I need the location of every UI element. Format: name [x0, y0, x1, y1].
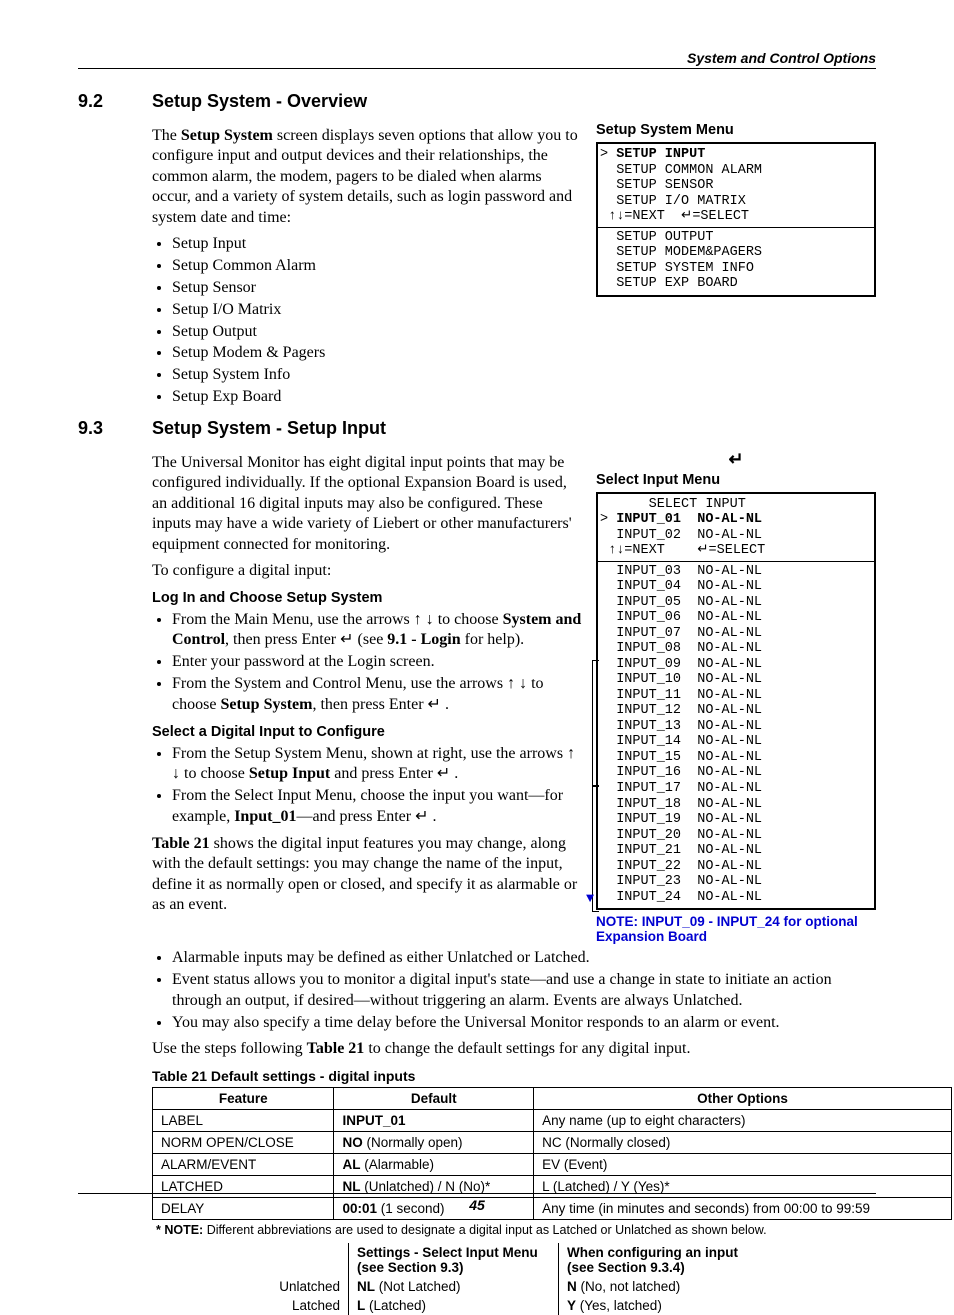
s93-p1: The Universal Monitor has eight digital … — [152, 453, 582, 555]
s93-p2: To configure a digital input: — [152, 561, 582, 581]
text-bold: Setup System — [220, 696, 312, 713]
select-input-menu-title: Select Input Menu — [596, 472, 876, 488]
abbr-table: Settings - Select Input Menu(see Section… — [258, 1243, 876, 1315]
list-item: Setup Exp Board — [172, 387, 582, 408]
s93-h2: Select a Digital Input to Configure — [152, 724, 582, 740]
list-item: Event status allows you to monitor a dig… — [172, 970, 876, 1012]
text-bold: Input_01 — [234, 808, 296, 825]
list-item: Setup System Info — [172, 365, 582, 386]
text-bold: Setup Input — [249, 765, 330, 782]
text: to change the default settings for any d… — [364, 1040, 690, 1057]
text: , then press Enter ↵ . — [312, 696, 448, 713]
setup-menu-title: Setup System Menu — [596, 122, 876, 138]
text: and press Enter ↵ . — [330, 765, 458, 782]
table21-caption: Table 21 Default settings - digital inpu… — [152, 1068, 876, 1084]
list-item: Setup Output — [172, 322, 582, 343]
text: , then press Enter ↵ (see — [225, 631, 387, 648]
text-bold: Table 21 — [307, 1040, 365, 1057]
s92-list: Setup InputSetup Common AlarmSetup Senso… — [172, 234, 582, 407]
list-item: Setup Common Alarm — [172, 256, 582, 277]
text: Use the steps following — [152, 1040, 307, 1057]
list-item: From the Main Menu, use the arrows ↑ ↓ t… — [172, 610, 582, 652]
section-9-3-heading: 9.3 Setup System - Setup Input — [78, 418, 876, 439]
s93-notes: Alarmable inputs may be defined as eithe… — [172, 948, 876, 1033]
page-number: 45 — [78, 1193, 876, 1213]
text: shows the digital input features you may… — [152, 835, 577, 913]
list-item: From the Setup System Menu, shown at rig… — [172, 744, 582, 786]
section-9-2-heading: 9.2 Setup System - Overview — [78, 91, 876, 112]
section-number: 9.2 — [78, 91, 152, 112]
list-item: Setup I/O Matrix — [172, 300, 582, 321]
list-item: Alarmable inputs may be defined as eithe… — [172, 948, 876, 969]
s93-p3: Table 21 shows the digital input feature… — [152, 834, 582, 916]
enter-arrow-icon: ↵ — [596, 449, 876, 470]
page-header: System and Control Options — [78, 50, 876, 69]
expansion-note: NOTE: INPUT_09 - INPUT_24 for optional E… — [596, 914, 876, 944]
s93-p4: Use the steps following Table 21 to chan… — [152, 1039, 876, 1059]
text-bold: 9.1 - Login — [387, 631, 460, 648]
text: —and press Enter ↵ . — [296, 808, 436, 825]
list-item: You may also specify a time delay before… — [172, 1013, 876, 1034]
list-item: Setup Input — [172, 234, 582, 255]
select-input-menu-lcd: SELECT INPUT> INPUT_01 NO-AL-NL INPUT_02… — [596, 492, 876, 910]
text: for help). — [461, 631, 525, 648]
section-title: Setup System - Setup Input — [152, 418, 386, 439]
list-item: Setup Modem & Pagers — [172, 343, 582, 364]
s92-intro: The Setup System screen displays seven o… — [152, 126, 582, 228]
list-item: Setup Sensor — [172, 278, 582, 299]
text-bold: Table 21 — [152, 835, 210, 852]
text: From the Main Menu, use the arrows ↑ ↓ t… — [172, 611, 503, 628]
text-bold: Setup System — [181, 127, 273, 144]
list-item: From the Select Input Menu, choose the i… — [172, 786, 582, 828]
list-item: From the System and Control Menu, use th… — [172, 674, 582, 716]
setup-system-menu-lcd: > SETUP INPUT SETUP COMMON ALARM SETUP S… — [596, 142, 876, 297]
section-number: 9.3 — [78, 418, 152, 439]
s93-h1: Log In and Choose Setup System — [152, 590, 582, 606]
select-steps: From the Setup System Menu, shown at rig… — [172, 744, 582, 828]
login-steps: From the Main Menu, use the arrows ↑ ↓ t… — [172, 610, 582, 716]
text: The — [152, 127, 181, 144]
list-item: Enter your password at the Login screen. — [172, 652, 582, 673]
section-title: Setup System - Overview — [152, 91, 367, 112]
